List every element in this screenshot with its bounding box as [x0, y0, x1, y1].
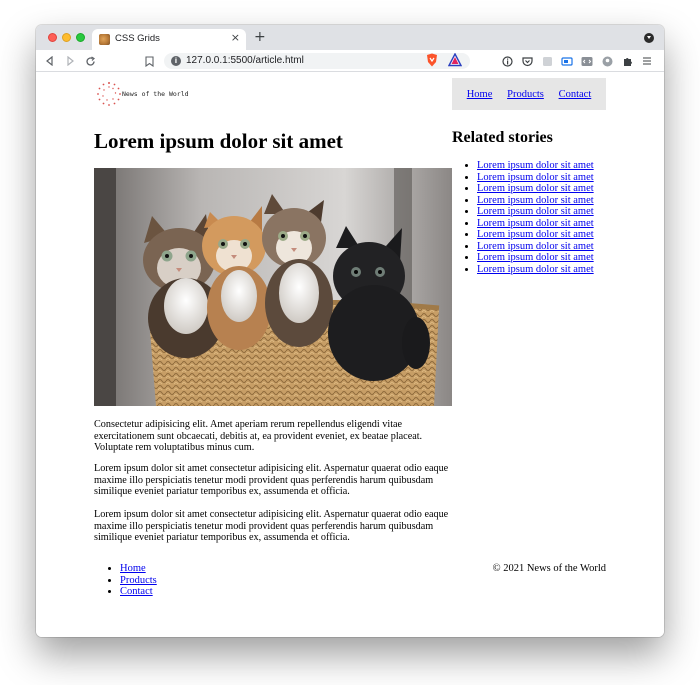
article-paragraph: Lorem ipsum dolor sit amet consectetur a…	[94, 509, 449, 543]
related-story-link[interactable]: Lorem ipsum dolor sit amet	[477, 264, 594, 275]
reload-icon[interactable]	[83, 54, 97, 68]
tab-strip: CSS Grids × +	[36, 25, 664, 50]
related-story-link[interactable]: Lorem ipsum dolor sit amet	[477, 172, 594, 183]
toolbar: i 127.0.0.1:5500/article.html	[36, 50, 664, 72]
related-stories-list: Lorem ipsum dolor sit amet Lorem ipsum d…	[477, 160, 594, 275]
list-item: Lorem ipsum dolor sit amet	[477, 252, 594, 264]
new-tab-button[interactable]: +	[254, 30, 266, 44]
related-story-link[interactable]: Lorem ipsum dolor sit amet	[477, 229, 594, 240]
list-item: Products	[120, 575, 157, 587]
site-info-icon[interactable]: i	[171, 56, 181, 66]
related-story-link[interactable]: Lorem ipsum dolor sit amet	[477, 160, 594, 171]
tab-close-icon[interactable]: ×	[231, 31, 240, 44]
article-paragraph: Lorem ipsum dolor sit amet consectetur a…	[94, 463, 449, 497]
copyright-text: © 2021 News of the World	[492, 563, 606, 574]
address-bar[interactable]: i 127.0.0.1:5500/article.html	[164, 53, 470, 69]
site-logo[interactable]: News of the World	[96, 81, 206, 109]
logo-dots-icon	[97, 82, 121, 106]
nav-link-home[interactable]: Home	[467, 89, 493, 100]
cat-favicon-icon	[99, 34, 110, 45]
menu-icon[interactable]	[640, 54, 654, 68]
logo-text: News of the World	[122, 90, 189, 98]
related-story-link[interactable]: Lorem ipsum dolor sit amet	[477, 195, 594, 206]
close-window-button[interactable]	[48, 33, 57, 42]
extension-grey-icon[interactable]	[540, 54, 554, 68]
devtools-icon[interactable]	[580, 54, 594, 68]
minimize-window-button[interactable]	[62, 33, 71, 42]
nav-link-products[interactable]: Products	[507, 89, 544, 100]
related-story-link[interactable]: Lorem ipsum dolor sit amet	[477, 206, 594, 217]
footer-link-products[interactable]: Products	[120, 575, 157, 586]
url-text[interactable]: 127.0.0.1:5500/article.html	[186, 55, 304, 66]
brave-shield-icon[interactable]	[426, 53, 438, 67]
list-item: Lorem ipsum dolor sit amet	[477, 218, 594, 230]
related-story-link[interactable]: Lorem ipsum dolor sit amet	[477, 241, 594, 252]
extensions-puzzle-icon[interactable]	[620, 54, 634, 68]
back-icon[interactable]	[43, 54, 57, 68]
article-title: Lorem ipsum dolor sit amet	[94, 129, 343, 153]
tab-title: CSS Grids	[115, 33, 160, 44]
list-item: Lorem ipsum dolor sit amet	[477, 183, 594, 195]
browser-window: CSS Grids × + i 127.0.0.1:5500/article.h…	[36, 25, 664, 637]
pocket-icon[interactable]	[520, 54, 534, 68]
related-story-link[interactable]: Lorem ipsum dolor sit amet	[477, 252, 594, 263]
maximize-window-button[interactable]	[76, 33, 85, 42]
article-paragraph: Consectetur adipisicing elit. Amet aperi…	[94, 419, 423, 453]
list-item: Lorem ipsum dolor sit amet	[477, 264, 594, 276]
related-story-link[interactable]: Lorem ipsum dolor sit amet	[477, 218, 594, 229]
list-item: Lorem ipsum dolor sit amet	[477, 195, 594, 207]
top-nav: Home Products Contact	[452, 78, 606, 110]
list-item: Contact	[120, 586, 157, 598]
extension-blue-icon[interactable]	[560, 54, 574, 68]
footer-nav: Home Products Contact	[120, 563, 157, 598]
list-item: Lorem ipsum dolor sit amet	[477, 160, 594, 172]
footer-link-contact[interactable]: Contact	[120, 586, 153, 597]
tab-search-icon[interactable]	[644, 33, 654, 43]
info-circle-icon[interactable]	[500, 54, 514, 68]
list-item: Home	[120, 563, 157, 575]
list-item: Lorem ipsum dolor sit amet	[477, 241, 594, 253]
footer-link-home[interactable]: Home	[120, 563, 146, 574]
list-item: Lorem ipsum dolor sit amet	[477, 229, 594, 241]
bookmark-icon[interactable]	[142, 54, 156, 68]
brave-rewards-icon[interactable]	[447, 52, 463, 67]
list-item: Lorem ipsum dolor sit amet	[477, 206, 594, 218]
related-stories-title: Related stories	[452, 129, 553, 146]
nav-link-contact[interactable]: Contact	[559, 89, 592, 100]
profile-icon[interactable]	[600, 54, 614, 68]
related-story-link[interactable]: Lorem ipsum dolor sit amet	[477, 183, 594, 194]
list-item: Lorem ipsum dolor sit amet	[477, 172, 594, 184]
tab-css-grids[interactable]: CSS Grids ×	[92, 29, 246, 50]
forward-icon[interactable]	[63, 54, 77, 68]
kittens-photo	[94, 168, 452, 406]
page-content: News of the World Home Products Contact …	[36, 73, 664, 637]
